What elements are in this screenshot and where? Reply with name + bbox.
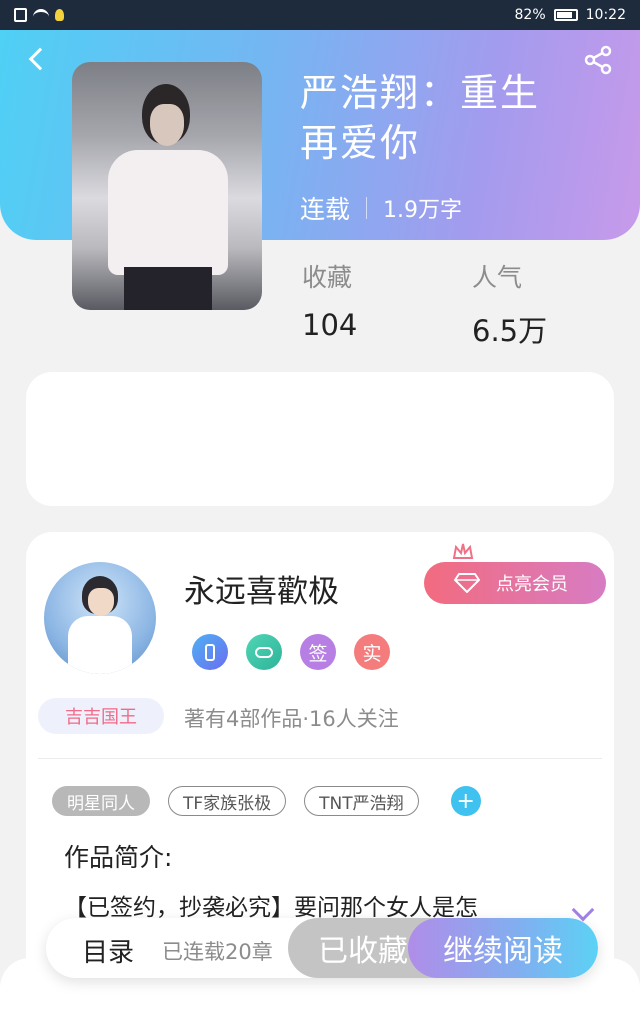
crown-icon [452,543,474,559]
meta-divider [366,197,368,219]
toc-button[interactable]: 目录 [82,932,134,969]
add-tag-button[interactable]: + [450,786,481,816]
cover-figure-face [150,104,184,146]
book-title-line1: 严浩翔：重生 [300,71,541,115]
book-meta: 连载 1.9万字 [300,190,462,226]
status-bar: 82% 10:22 [0,0,640,30]
back-button[interactable] [22,44,52,74]
battery-icon [553,9,578,21]
intro-text: 【已签约，抄袭必究】要问那个女人是怎 [64,895,478,921]
signed-badge[interactable]: 签 [300,634,336,670]
empty-card [26,372,614,506]
chevron-left-icon [28,47,52,71]
author-avatar[interactable] [44,562,156,674]
tag-item[interactable]: TF家族张极 [168,786,287,816]
vip-button-label: 点亮会员 [496,574,568,595]
tag-item[interactable]: 明星同人 [52,786,150,816]
intro-heading: 作品简介: [64,843,173,872]
notification-icon [14,8,27,22]
diamond-icon [454,573,480,593]
author-works-summary: 著有4部作品·16人关注 [184,707,399,731]
verified-badge[interactable]: 实 [354,634,390,670]
book-title-line2: 再爱你 [300,121,421,165]
divider [38,758,602,759]
book-cover[interactable] [72,62,262,310]
toc-status[interactable]: 已连载20章 [162,936,273,966]
bottom-action-bar: 目录 已连载20章 已收藏 继续阅读 [46,918,598,978]
clock: 10:22 [585,7,626,23]
book-title: 严浩翔：重生 再爱你 [300,68,600,168]
book-status: 连载 [300,195,351,224]
tag-item[interactable]: TNT严浩翔 [304,786,419,816]
vip-button[interactable]: 点亮会员 [424,562,606,604]
continue-reading-button[interactable]: 继续阅读 [408,918,598,978]
author-badges: 签 实 [192,634,390,670]
handshake-badge-icon[interactable] [246,634,282,670]
avatar-figure-body [68,616,132,674]
battery-percent: 82% [514,7,546,23]
stat-favorites: 收藏 104 [302,258,357,342]
wifi-icon [33,9,49,21]
status-left [14,8,64,22]
author-name[interactable]: 永远喜歡极 [184,566,339,611]
user-level-badge: 吉吉国王 [38,698,164,734]
stat-favorites-value: 104 [302,308,358,342]
tag-list: 明星同人 TF家族张极 TNT严浩翔 + [52,786,481,816]
stat-popularity-value: 6.5万 [472,314,548,348]
avatar-figure-face [88,588,114,616]
bulb-icon [55,9,64,21]
status-right: 82% 10:22 [515,7,626,23]
stat-popularity-label: 人气 [472,263,523,292]
stat-popularity: 人气 6.5万 [472,258,547,350]
cover-figure-pants [124,267,212,310]
stat-favorites-label: 收藏 [302,263,353,292]
word-count: 1.9万字 [383,198,463,223]
cover-figure-shirt [108,150,228,275]
phone-badge-icon[interactable] [192,634,228,670]
